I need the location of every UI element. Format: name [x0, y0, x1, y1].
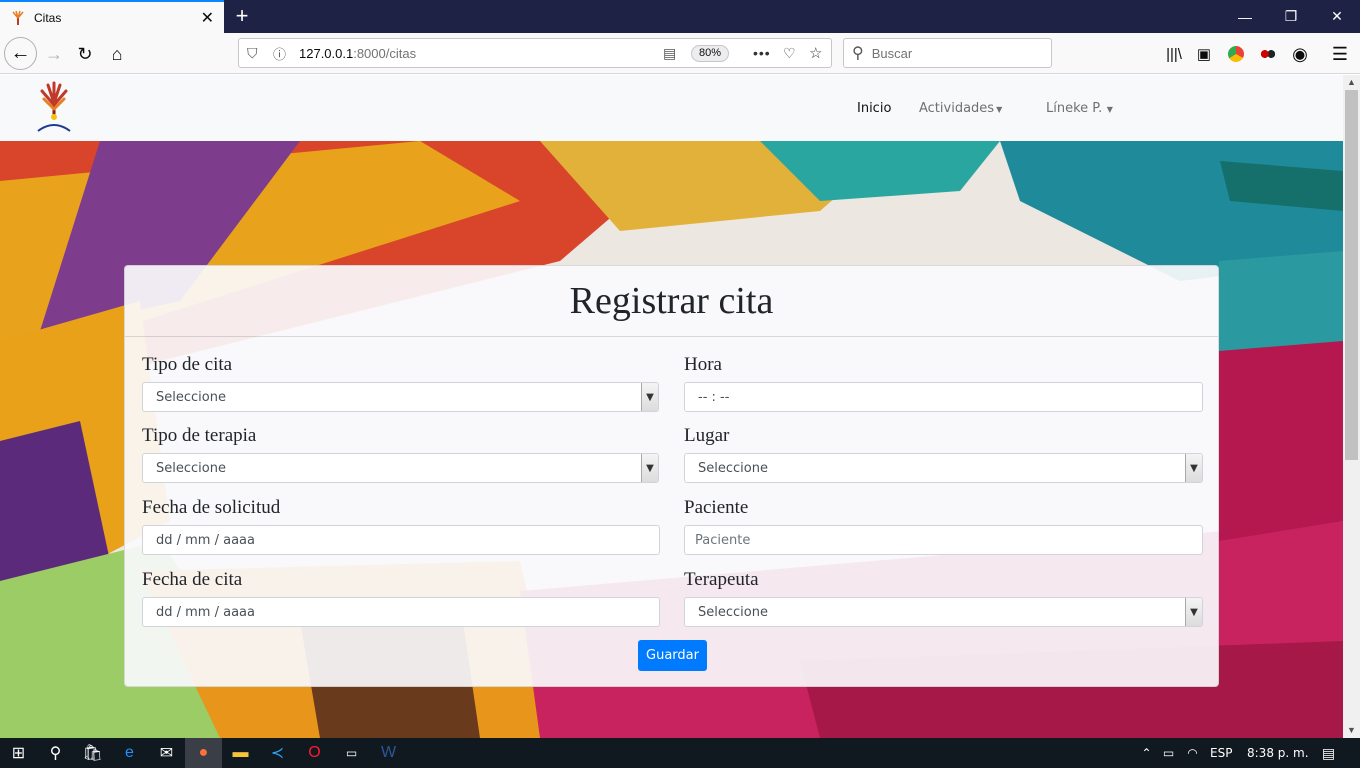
extension-icon[interactable]	[1222, 40, 1250, 68]
search-icon: ⚲	[852, 45, 864, 62]
scroll-thumb[interactable]	[1345, 90, 1358, 460]
search-input[interactable]: ⚲ Buscar	[843, 38, 1052, 68]
fecha-solicitud-label: Fecha de solicitud	[142, 497, 281, 518]
tipo-cita-select[interactable]: Seleccione ▼	[142, 382, 659, 412]
terapeuta-label: Terapeuta	[684, 569, 759, 590]
chevron-down-icon: ▼	[1185, 598, 1202, 626]
caret-down-icon: ▼	[1104, 105, 1113, 114]
terapeuta-value: Seleccione	[698, 604, 768, 620]
sidebar-icon[interactable]: ▣	[1190, 40, 1218, 68]
pocket-icon[interactable]: ♡	[783, 45, 796, 62]
word-icon[interactable]: W	[370, 738, 407, 768]
account-icon[interactable]: ◉	[1286, 40, 1314, 68]
lugar-value: Seleccione	[698, 460, 768, 476]
windows-start-icon[interactable]: ⊞	[0, 738, 37, 768]
tipo-terapia-label: Tipo de terapia	[142, 425, 257, 446]
terapeuta-select[interactable]: Seleccione ▼	[684, 597, 1203, 627]
zoom-badge[interactable]: 80%	[691, 45, 729, 62]
site-logo[interactable]	[30, 79, 78, 137]
clock[interactable]: 8:38 p. m.	[1247, 746, 1309, 760]
forward-icon[interactable]: →	[40, 40, 68, 68]
language-indicator[interactable]: ESP	[1210, 746, 1232, 760]
fecha-solicitud-input[interactable]: dd / mm / aaaa	[142, 525, 660, 555]
hora-input[interactable]: -- : --	[684, 382, 1203, 412]
search-placeholder: Buscar	[871, 45, 913, 61]
file-explorer-icon[interactable]: ▬	[222, 738, 259, 768]
site-navbar: Inicio Actividades ▼ Líneke P. ▼	[0, 75, 1343, 141]
web-page: Inicio Actividades ▼ Líneke P. ▼ Registr…	[0, 75, 1343, 738]
store-icon[interactable]: 🛍	[74, 738, 111, 768]
url-host: 127.0.0.1	[299, 45, 354, 61]
url-path: :8000/citas	[353, 45, 417, 61]
window-close-icon[interactable]: ✕	[1314, 0, 1360, 33]
extension-2-icon[interactable]	[1254, 40, 1282, 68]
firefox-icon[interactable]: ●	[185, 738, 222, 768]
chevron-down-icon: ▼	[641, 383, 658, 411]
taskbar-search-icon[interactable]: ⚲	[37, 738, 74, 768]
wifi-icon[interactable]: ◠	[1174, 738, 1211, 768]
paciente-input[interactable]: Paciente	[684, 525, 1203, 555]
fecha-cita-value: dd / mm / aaaa	[156, 604, 255, 620]
restore-icon[interactable]: ❐	[1268, 0, 1314, 33]
page-title: Registrar cita	[569, 280, 774, 322]
edge-icon[interactable]: e	[111, 738, 148, 768]
browser-tab-citas[interactable]: Citas ✕	[0, 0, 224, 33]
hora-value: -- : --	[698, 389, 730, 405]
tipo-cita-label: Tipo de cita	[142, 354, 233, 375]
hora-label: Hora	[684, 354, 722, 375]
reader-view-icon[interactable]: ▤	[663, 45, 676, 62]
page-actions-icon[interactable]: •••	[753, 45, 771, 61]
chevron-down-icon: ▼	[641, 454, 658, 482]
lugar-select[interactable]: Seleccione ▼	[684, 453, 1203, 483]
url-bar[interactable]: ⛉ ⓘ 127.0.0.1:8000/citas ▤ 80% ••• ♡ ☆	[238, 38, 832, 68]
site-favicon-icon	[10, 10, 26, 26]
register-appointment-card: Registrar cita Tipo de cita Seleccione ▼…	[124, 265, 1219, 687]
info-icon[interactable]: ⓘ	[273, 44, 286, 63]
background-artwork: Registrar cita Tipo de cita Seleccione ▼…	[0, 141, 1343, 738]
nav-user-label: Líneke P.	[1046, 101, 1103, 116]
tipo-terapia-select[interactable]: Seleccione ▼	[142, 453, 659, 483]
reload-icon[interactable]: ↻	[71, 40, 99, 68]
tipo-cita-value: Seleccione	[156, 389, 226, 405]
opera-icon[interactable]: O	[296, 738, 333, 768]
browser-tab-bar: Citas ✕ + — ❐ ✕	[0, 0, 1360, 33]
terminal-icon[interactable]: ▭	[333, 738, 370, 768]
nav-actividades[interactable]: Actividades ▼	[919, 101, 1002, 116]
save-button[interactable]: Guardar	[638, 640, 707, 671]
fecha-cita-label: Fecha de cita	[142, 569, 243, 590]
minimize-icon[interactable]: —	[1222, 0, 1268, 33]
tipo-terapia-value: Seleccione	[156, 460, 226, 476]
tab-title: Citas	[34, 10, 62, 25]
chevron-down-icon: ▼	[1185, 454, 1202, 482]
fecha-cita-input[interactable]: dd / mm / aaaa	[142, 597, 660, 627]
home-icon[interactable]: ⌂	[103, 40, 131, 68]
nav-user-menu[interactable]: Líneke P. ▼	[1046, 101, 1113, 116]
new-tab-icon[interactable]: +	[230, 4, 254, 28]
library-icon[interactable]: |||\	[1160, 40, 1188, 68]
lugar-label: Lugar	[684, 425, 730, 446]
tab-close-icon[interactable]: ✕	[201, 8, 214, 28]
paciente-label: Paciente	[684, 497, 749, 518]
card-header: Registrar cita	[125, 266, 1218, 337]
notifications-icon[interactable]: ▤	[1310, 738, 1347, 768]
nav-inicio[interactable]: Inicio	[857, 101, 891, 116]
back-icon[interactable]: ←	[4, 37, 37, 70]
vscode-icon[interactable]: ≺	[259, 738, 296, 768]
browser-toolbar: ← → ↻ ⌂ ⛉ ⓘ 127.0.0.1:8000/citas ▤ 80% •…	[0, 33, 1360, 74]
scroll-up-icon[interactable]: ▲	[1343, 75, 1360, 90]
page-scrollbar[interactable]: ▲ ▼	[1343, 75, 1360, 738]
scroll-down-icon[interactable]: ▼	[1343, 723, 1360, 738]
nav-actividades-label: Actividades	[919, 101, 995, 116]
paciente-placeholder: Paciente	[695, 532, 751, 548]
fecha-solicitud-value: dd / mm / aaaa	[156, 532, 255, 548]
bookmark-star-icon[interactable]: ☆	[809, 44, 822, 62]
menu-icon[interactable]: ☰	[1326, 40, 1354, 68]
mail-icon[interactable]: ✉	[148, 738, 185, 768]
shield-icon: ⛉	[247, 44, 258, 61]
caret-down-icon: ▼	[996, 105, 1003, 114]
taskbar: ⊞ ⚲ 🛍 e ✉ ● ▬ ≺ O ▭ W ⌃ ▭ ◠ ESP 8:38 p. …	[0, 738, 1360, 768]
